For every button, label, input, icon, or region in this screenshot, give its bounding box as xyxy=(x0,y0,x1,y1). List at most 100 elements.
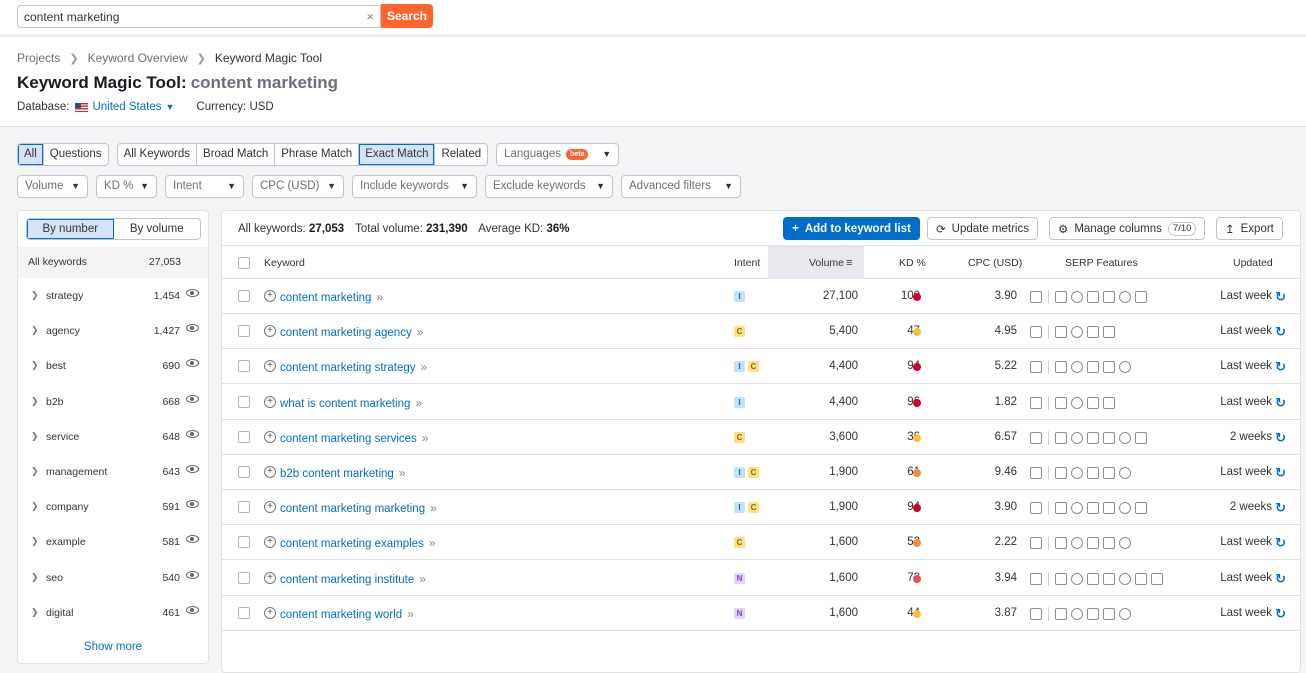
keyword-link[interactable]: content marketing strategy » xyxy=(280,360,427,374)
keyword-link[interactable]: content marketing » xyxy=(280,290,383,304)
eye-icon[interactable] xyxy=(186,289,199,297)
serp-snapshot-icon[interactable] xyxy=(1030,467,1042,479)
double-chevron-icon[interactable]: » xyxy=(419,572,426,586)
keyword-link[interactable]: content marketing marketing » xyxy=(280,501,437,515)
chevron-right-icon[interactable]: ❯ xyxy=(31,290,39,301)
keyword-link[interactable]: content marketing agency » xyxy=(280,325,423,339)
double-chevron-icon[interactable]: » xyxy=(415,396,422,410)
add-keyword-icon[interactable]: + xyxy=(264,290,276,302)
database-country[interactable]: United States xyxy=(92,101,161,113)
serp-snapshot-icon[interactable] xyxy=(1030,607,1042,620)
double-chevron-icon[interactable]: » xyxy=(417,325,424,339)
add-keyword-icon[interactable]: + xyxy=(264,325,276,338)
clear-icon[interactable]: × xyxy=(366,9,374,24)
keyword-link[interactable]: what is content marketing » xyxy=(280,396,422,410)
keyword-link[interactable]: content marketing services » xyxy=(280,431,428,445)
column-updated[interactable]: Updated xyxy=(1233,257,1273,269)
add-keyword-icon[interactable]: + xyxy=(264,536,276,549)
chevron-right-icon[interactable]: ❯ xyxy=(31,360,39,371)
cpc-filter[interactable]: CPC (USD) ▼ xyxy=(252,175,344,198)
refresh-icon[interactable]: ↻ xyxy=(1275,571,1286,587)
row-checkbox[interactable] xyxy=(238,430,250,443)
row-checkbox[interactable] xyxy=(238,360,250,373)
add-keyword-icon[interactable]: + xyxy=(264,466,276,478)
add-keyword-icon[interactable]: + xyxy=(264,395,276,408)
double-chevron-icon[interactable]: » xyxy=(422,431,429,445)
row-checkbox[interactable] xyxy=(238,501,250,514)
show-more-link[interactable]: Show more xyxy=(18,641,208,653)
row-checkbox[interactable] xyxy=(238,606,250,619)
refresh-icon[interactable]: ↻ xyxy=(1275,359,1286,375)
keyword-link[interactable]: content marketing world » xyxy=(280,607,414,621)
chevron-right-icon[interactable]: ❯ xyxy=(31,466,39,477)
serp-snapshot-icon[interactable] xyxy=(1030,291,1042,303)
double-chevron-icon[interactable]: » xyxy=(399,466,406,480)
eye-icon[interactable] xyxy=(186,570,199,579)
update-metrics-button[interactable]: ⟳ Update metrics xyxy=(927,217,1038,240)
refresh-icon[interactable]: ↻ xyxy=(1275,500,1286,516)
refresh-icon[interactable]: ↻ xyxy=(1275,465,1286,481)
group-item[interactable]: ❯ b2b 668 xyxy=(18,384,208,419)
tab-exact-match[interactable]: Exact Match xyxy=(359,144,436,165)
sort-icon[interactable]: ≡ xyxy=(846,257,852,269)
column-kd[interactable]: KD % xyxy=(899,257,926,269)
chevron-right-icon[interactable]: ❯ xyxy=(31,431,39,442)
eye-icon[interactable] xyxy=(186,429,199,438)
chevron-right-icon[interactable]: ❯ xyxy=(31,501,39,512)
serp-snapshot-icon[interactable] xyxy=(1030,572,1042,585)
tab-all[interactable]: All xyxy=(18,144,44,165)
column-volume[interactable]: Volume xyxy=(809,257,844,269)
refresh-icon[interactable]: ↻ xyxy=(1275,395,1286,411)
eye-icon[interactable] xyxy=(186,394,199,403)
keyword-link[interactable]: b2b content marketing » xyxy=(280,466,405,480)
add-keyword-icon[interactable]: + xyxy=(264,606,276,619)
kd-filter[interactable]: KD % ▼ xyxy=(96,175,157,198)
double-chevron-icon[interactable]: » xyxy=(376,290,383,304)
row-checkbox[interactable] xyxy=(238,290,250,302)
exclude-keywords-filter[interactable]: Exclude keywords ▼ xyxy=(485,175,613,198)
add-keyword-icon[interactable]: + xyxy=(264,501,276,514)
group-item[interactable]: ❯ company 591 xyxy=(18,489,208,524)
refresh-icon[interactable]: ↻ xyxy=(1275,324,1286,340)
by-number-toggle[interactable]: By number xyxy=(27,219,114,239)
group-item[interactable]: ❯ strategy 1,454 xyxy=(18,278,208,313)
eye-icon[interactable] xyxy=(186,535,199,544)
refresh-icon[interactable]: ↻ xyxy=(1275,289,1286,305)
column-intent[interactable]: Intent xyxy=(734,257,760,269)
tab-all-keywords[interactable]: All Keywords xyxy=(118,144,198,165)
refresh-icon[interactable]: ↻ xyxy=(1275,430,1286,446)
advanced-filters[interactable]: Advanced filters ▼ xyxy=(621,175,741,198)
add-to-keyword-list-button[interactable]: + Add to keyword list xyxy=(783,217,920,240)
double-chevron-icon[interactable]: » xyxy=(429,536,436,550)
serp-snapshot-icon[interactable] xyxy=(1030,431,1042,444)
group-item[interactable]: ❯ agency 1,427 xyxy=(18,313,208,348)
export-button[interactable]: ↥ Export xyxy=(1216,217,1283,240)
eye-icon[interactable] xyxy=(186,359,199,368)
chevron-right-icon[interactable]: ❯ xyxy=(31,396,39,407)
add-keyword-icon[interactable]: + xyxy=(264,430,276,443)
all-keywords-group[interactable]: All keywords 27,053 xyxy=(18,247,208,278)
group-item[interactable]: ❯ seo 540 xyxy=(18,560,208,595)
column-cpc[interactable]: CPC (USD) xyxy=(968,257,1022,269)
column-serp-features[interactable]: SERP Features xyxy=(1065,257,1138,269)
double-chevron-icon[interactable]: » xyxy=(421,360,428,374)
breadcrumb-keyword-overview[interactable]: Keyword Overview xyxy=(88,51,188,65)
refresh-icon[interactable]: ↻ xyxy=(1275,606,1286,622)
row-checkbox[interactable] xyxy=(238,395,250,408)
select-all-checkbox[interactable] xyxy=(238,257,250,269)
row-checkbox[interactable] xyxy=(238,325,250,338)
chevron-right-icon[interactable]: ❯ xyxy=(31,572,39,583)
double-chevron-icon[interactable]: » xyxy=(430,501,437,515)
chevron-down-icon[interactable]: ▼ xyxy=(165,102,174,112)
breadcrumb-projects[interactable]: Projects xyxy=(17,51,60,65)
include-keywords-filter[interactable]: Include keywords ▼ xyxy=(352,175,477,198)
volume-filter[interactable]: Volume ▼ xyxy=(17,175,88,198)
column-keyword[interactable]: Keyword xyxy=(264,257,305,269)
eye-icon[interactable] xyxy=(186,500,199,509)
group-item[interactable]: ❯ management 643 xyxy=(18,454,208,489)
serp-snapshot-icon[interactable] xyxy=(1030,361,1042,374)
chevron-right-icon[interactable]: ❯ xyxy=(31,536,39,547)
eye-icon[interactable] xyxy=(186,324,199,333)
keyword-link[interactable]: content marketing institute » xyxy=(280,572,426,586)
serp-snapshot-icon[interactable] xyxy=(1030,396,1042,409)
